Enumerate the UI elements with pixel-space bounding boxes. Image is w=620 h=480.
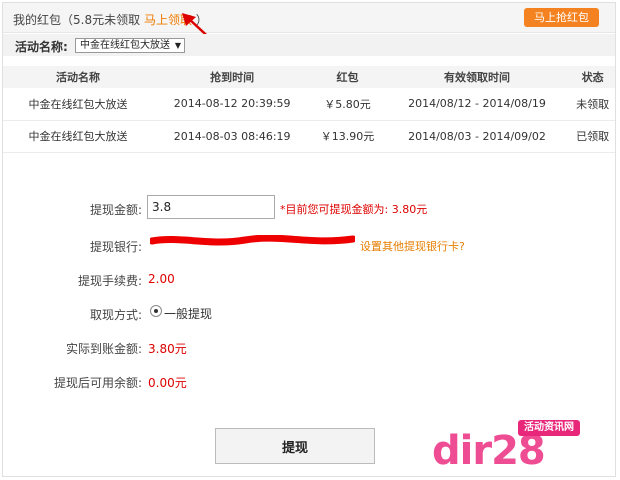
balance-row: 提现后可用余额: 0.00元: [0, 368, 620, 394]
fee-value: 2.00: [148, 272, 175, 286]
bank-row: 提现银行: 设置其他提现银行卡?: [0, 232, 620, 258]
table-cell: 中金在线红包大放送: [3, 88, 153, 121]
withdraw-button[interactable]: 提现: [215, 428, 375, 464]
method-radio[interactable]: [150, 305, 162, 317]
chevron-down-icon: ▼: [174, 41, 181, 50]
column-header: 红包: [311, 66, 384, 88]
table-cell: 2014/08/12 - 2014/08/19: [383, 88, 571, 121]
method-row: 取现方式: 一般提现: [0, 300, 620, 326]
table-row: 中金在线红包大放送 2014-08-03 08:46:19 ￥13.90元 20…: [3, 120, 615, 153]
method-label: 取现方式:: [89, 308, 142, 322]
actual-amount-label: 实际到账金额:: [65, 342, 142, 356]
amount-hint: *目前您可提现金额为: 3.80元: [280, 203, 428, 216]
table-header-row: 活动名称 抢到时间 红包 有效领取时间 状态: [3, 66, 615, 88]
method-radio-label[interactable]: 一般提现: [164, 305, 212, 322]
table-cell: ￥13.90元: [311, 120, 384, 153]
table-cell: 中金在线红包大放送: [3, 120, 153, 153]
page-title: 我的红包（5.8元未领取 马上领取 ）: [13, 11, 208, 28]
grab-red-packet-button[interactable]: 马上抢红包: [524, 8, 599, 27]
header-bar: 我的红包（5.8元未领取 马上领取 ） 马上抢红包: [3, 3, 615, 33]
table-cell: 2014-08-12 20:39:59: [153, 88, 312, 121]
table-cell: 2014-08-03 08:46:19: [153, 120, 312, 153]
column-header: 有效领取时间: [383, 66, 571, 88]
fee-row: 提现手续费: 2.00: [0, 266, 620, 292]
title-prefix: 我的红包（: [13, 13, 74, 27]
amount-input[interactable]: [147, 195, 275, 219]
set-other-bank-link[interactable]: 设置其他提现银行卡?: [360, 238, 465, 254]
table-row: 中金在线红包大放送 2014-08-12 20:39:59 ￥5.80元 201…: [3, 88, 615, 121]
table-cell: 已领取: [570, 120, 615, 153]
amount-label: 提现金额:: [89, 203, 142, 217]
column-header: 活动名称: [3, 66, 153, 88]
bank-label: 提现银行:: [89, 240, 142, 254]
activity-filter: 活动名称: 中金在线红包大放送 ▼: [3, 34, 615, 56]
unclaimed-summary: 5.8元未领取: [73, 13, 141, 27]
table-cell: 未领取: [570, 88, 615, 121]
amount-row: 提现金额: *目前您可提现金额为: 3.80元: [0, 195, 620, 221]
column-header: 状态: [570, 66, 615, 88]
balance-label: 提现后可用余额:: [53, 376, 142, 390]
red-packet-table: 活动名称 抢到时间 红包 有效领取时间 状态 中金在线红包大放送 2014-08…: [3, 66, 615, 153]
balance-value: 0.00元: [148, 376, 187, 390]
watermark-badge: 活动资讯网: [518, 420, 580, 436]
column-header: 抢到时间: [153, 66, 312, 88]
table-cell: 2014/08/03 - 2014/09/02: [383, 120, 571, 153]
watermark-logo: dir28 活动资讯网: [432, 418, 600, 474]
activity-filter-label: 活动名称:: [15, 40, 68, 54]
redacted-scribble-icon: [150, 235, 355, 246]
actual-amount-row: 实际到账金额: 3.80元: [0, 334, 620, 360]
table-cell: ￥5.80元: [311, 88, 384, 121]
actual-amount-value: 3.80元: [148, 342, 187, 356]
activity-select[interactable]: 中金在线红包大放送 ▼: [75, 38, 185, 53]
activity-select-value: 中金在线红包大放送: [80, 40, 170, 51]
fee-label: 提现手续费:: [77, 274, 142, 288]
